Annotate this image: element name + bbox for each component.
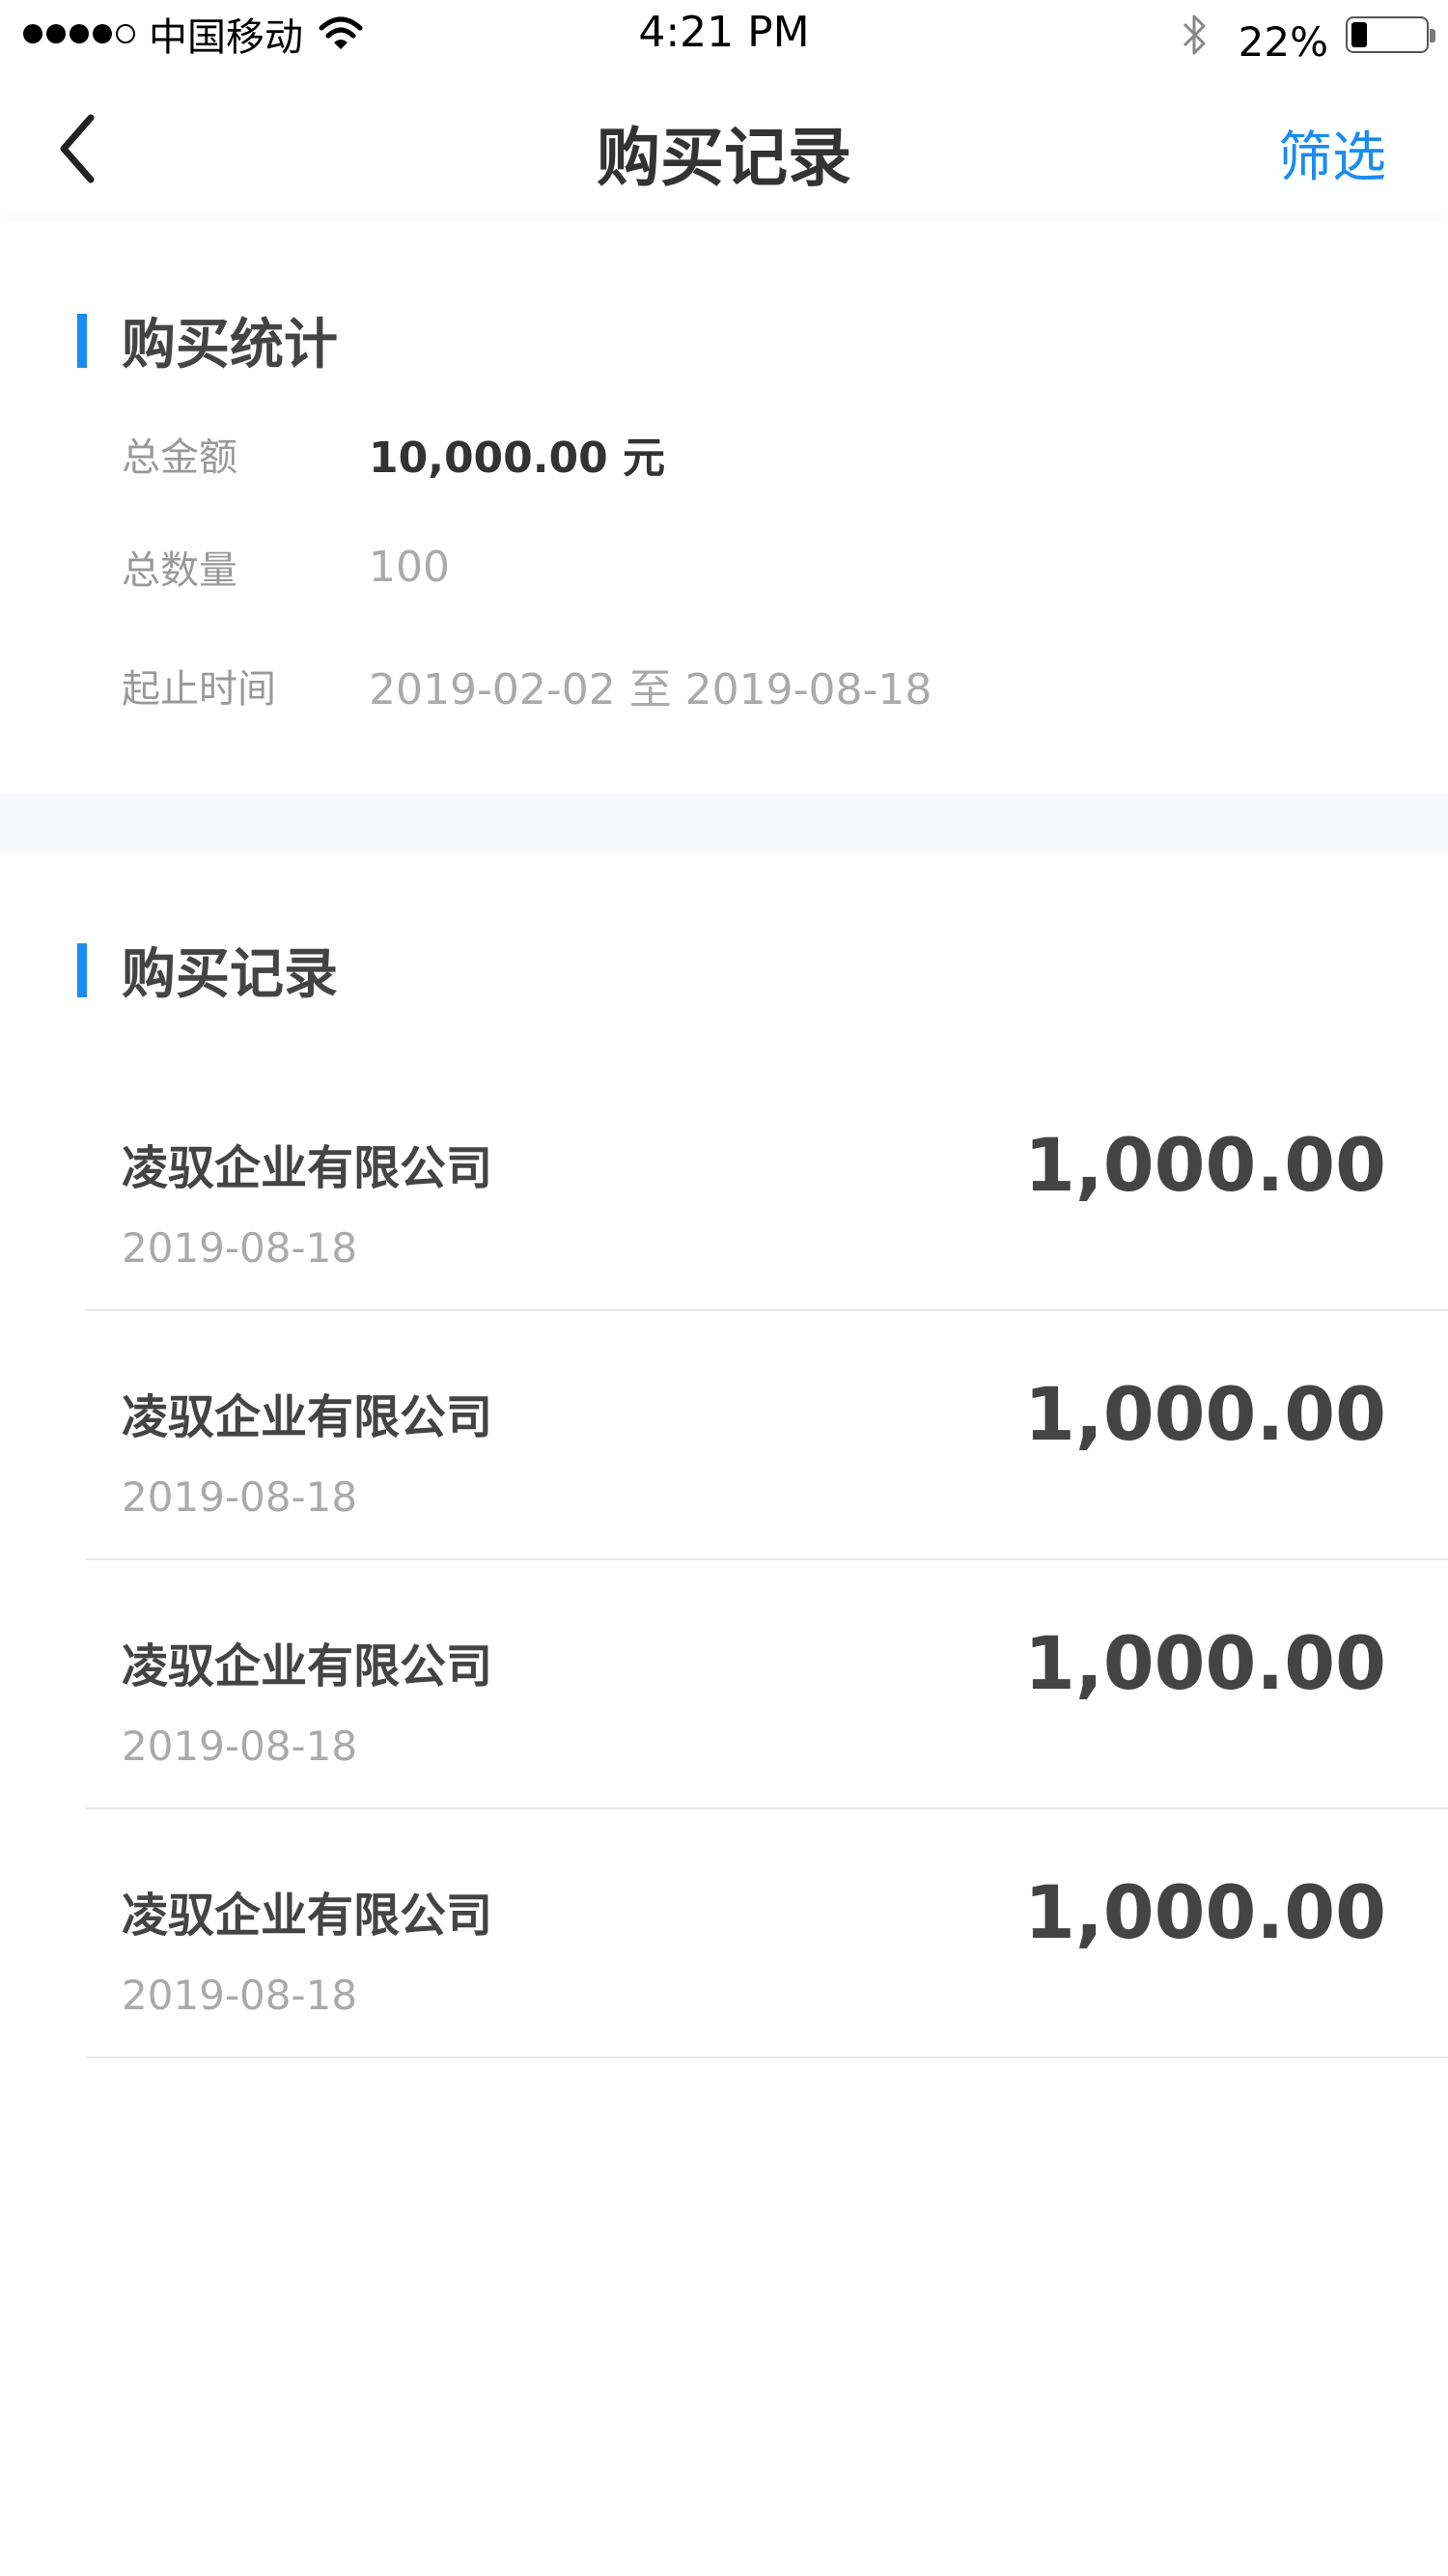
summary-row-total-quantity: 总数量 100 — [122, 539, 450, 595]
stat-value: 10,000.00 元 — [369, 434, 666, 483]
record-amount: 1,000.00 — [1023, 1869, 1386, 1955]
purchase-records-screen: 中国移动 4:21 PM 22% 购买记录 筛选 购买统计 总金额 10,000… — [0, 0, 1448, 2576]
record-amount: 1,000.00 — [1023, 1620, 1386, 1706]
record-company: 凌驭企业有限公司 — [122, 1639, 493, 1694]
purchase-summary-card: 购买统计 总金额 10,000.00 元 总数量 100 起止时间 2019-0… — [0, 222, 1448, 794]
status-bar: 中国移动 4:21 PM 22% — [0, 0, 1448, 68]
record-date: 2019-08-18 — [122, 1972, 358, 2019]
record-amount: 1,000.00 — [1023, 1371, 1386, 1457]
record-date: 2019-08-18 — [122, 1473, 358, 1521]
record-company: 凌驭企业有限公司 — [122, 1889, 493, 1943]
records-section-title: 购买记录 — [122, 943, 338, 1006]
stat-label: 总数量 — [122, 548, 237, 593]
record-date: 2019-08-18 — [122, 1722, 358, 1770]
summary-row-total-amount: 总金额 10,000.00 元 — [122, 423, 665, 485]
summary-section-header: 购买统计 — [77, 301, 338, 379]
purchase-record-item[interactable]: 凌驭企业有限公司 2019-08-18 1,000.00 — [85, 1311, 1448, 1560]
status-bar-right: 22% — [1181, 6, 1435, 66]
record-company: 凌驭企业有限公司 — [122, 1390, 493, 1444]
navigation-bar: 购买记录 筛选 — [0, 73, 1448, 218]
stat-label: 总金额 — [122, 435, 237, 480]
summary-row-date-range: 起止时间 2019-02-02 至 2019-08-18 — [122, 655, 932, 716]
battery-level-fill — [1351, 22, 1367, 47]
bluetooth-icon — [1183, 14, 1206, 55]
purchase-record-item[interactable]: 凌驭企业有限公司 2019-08-18 1,000.00 — [85, 1560, 1448, 1809]
record-company: 凌驭企业有限公司 — [122, 1141, 493, 1195]
battery-tip — [1430, 29, 1435, 42]
battery-percent: 22% — [1238, 17, 1328, 66]
purchase-record-item[interactable]: 凌驭企业有限公司 2019-08-18 1,000.00 — [85, 1062, 1448, 1311]
stat-label: 起止时间 — [122, 667, 276, 712]
section-divider-band — [0, 794, 1448, 854]
battery-icon — [1346, 16, 1435, 53]
purchase-record-item[interactable]: 凌驭企业有限公司 2019-08-18 1,000.00 — [85, 1809, 1448, 2058]
filter-button[interactable]: 筛选 — [1278, 114, 1386, 192]
record-amount: 1,000.00 — [1023, 1122, 1386, 1208]
stat-value: 2019-02-02 至 2019-08-18 — [369, 665, 933, 714]
page-title: 购买记录 — [597, 121, 851, 195]
stat-value: 100 — [369, 542, 450, 592]
section-accent-bar — [77, 313, 87, 368]
records-section-header: 购买记录 — [77, 931, 338, 1009]
section-accent-bar — [77, 942, 87, 997]
summary-section-title: 购买统计 — [122, 314, 338, 377]
record-date: 2019-08-18 — [122, 1224, 358, 1272]
